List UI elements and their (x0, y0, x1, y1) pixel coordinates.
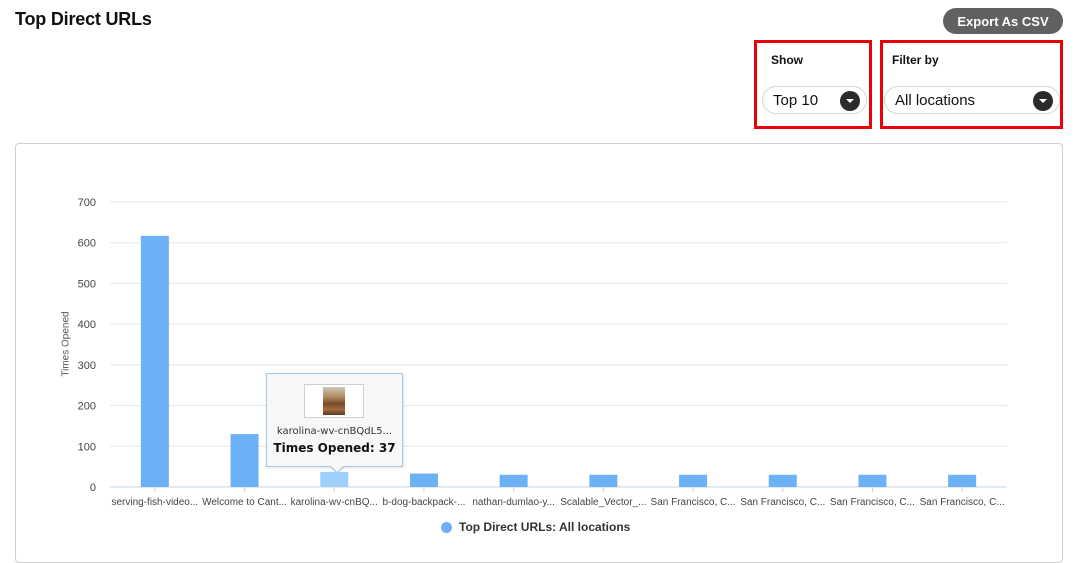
bar-6[interactable] (589, 474, 618, 487)
bar-9[interactable] (858, 474, 887, 487)
x-tick-label: San Francisco, C... (920, 497, 1005, 508)
x-tick-label: serving-fish-video... (111, 497, 198, 508)
chart-legend[interactable]: Top Direct URLs: All locations (441, 520, 630, 534)
y-tick-label: 300 (78, 360, 96, 372)
bar-5[interactable] (499, 474, 528, 487)
bar-tooltip: karolina-wv-cnBQdL5... Times Opened: 37 (266, 373, 403, 474)
y-tick-label: 700 (78, 197, 96, 209)
y-tick-label: 200 (78, 401, 96, 413)
bar-3[interactable] (320, 471, 349, 487)
bar-8[interactable] (768, 474, 797, 487)
tooltip-url: karolina-wv-cnBQdL5... (276, 426, 393, 437)
bar-1[interactable] (140, 235, 169, 487)
tooltip-arrow (329, 465, 345, 474)
x-tick-label: b-dog-backpack-... (383, 497, 466, 508)
bar-7[interactable] (679, 474, 708, 487)
tooltip-thumbnail-image (323, 387, 345, 415)
legend-label: Top Direct URLs: All locations (459, 520, 631, 534)
tooltip-thumbnail-frame (304, 384, 364, 418)
x-tick-label: San Francisco, C... (651, 497, 736, 508)
x-tick-label: San Francisco, C... (830, 497, 915, 508)
bar-4[interactable] (409, 473, 438, 487)
x-tick-label: San Francisco, C... (740, 497, 825, 508)
y-tick-label: 0 (90, 482, 96, 494)
x-tick-label: Welcome to Cant... (202, 497, 287, 508)
bar-2[interactable] (230, 434, 259, 487)
x-tick-label: nathan-dumlao-y... (472, 497, 555, 508)
bar-chart: 0 100 200 300 400 500 600 700 serving-fish-video… (78, 197, 1007, 508)
bar-10[interactable] (948, 474, 977, 487)
y-axis-label: Times Opened (60, 311, 72, 377)
legend-swatch (441, 521, 452, 533)
x-tick-label: karolina-wv-cnBQ... (291, 497, 378, 508)
y-tick-label: 600 (78, 238, 96, 250)
y-tick-label: 100 (78, 441, 96, 453)
tooltip-count: Times Opened: 37 (273, 441, 396, 455)
y-tick-label: 500 (78, 278, 96, 290)
y-tick-label: 400 (78, 319, 96, 331)
x-tick-label: Scalable_Vector_... (560, 497, 646, 508)
